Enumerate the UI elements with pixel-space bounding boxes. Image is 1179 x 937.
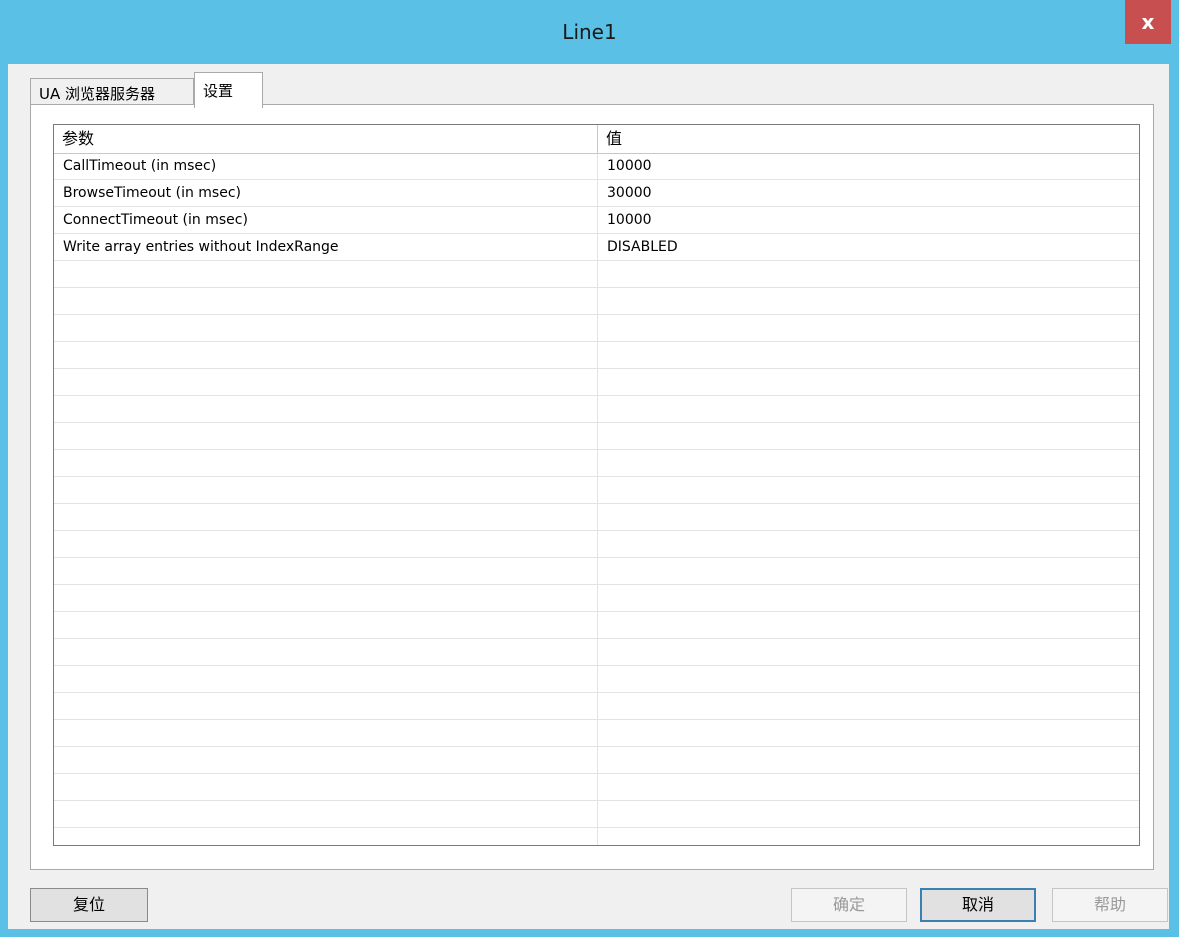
cancel-button[interactable]: 取消: [920, 888, 1036, 922]
column-header-parameter[interactable]: 参数: [54, 125, 597, 153]
empty-row: [54, 369, 1139, 396]
tab-label: UA 浏览器服务器: [39, 85, 156, 103]
param-name-cell: Write array entries without IndexRange: [63, 239, 339, 255]
tab-settings[interactable]: 设置: [194, 72, 263, 108]
empty-row: [54, 477, 1139, 504]
ok-button[interactable]: 确定: [791, 888, 907, 922]
table-row[interactable]: Write array entries without IndexRange D…: [54, 234, 1139, 261]
column-header-value[interactable]: 值: [598, 125, 1139, 153]
empty-row: [54, 747, 1139, 774]
window-title: Line1: [562, 20, 617, 44]
table-row[interactable]: BrowseTimeout (in msec) 30000: [54, 180, 1139, 207]
table-row[interactable]: ConnectTimeout (in msec) 10000: [54, 207, 1139, 234]
help-button[interactable]: 帮助: [1052, 888, 1168, 922]
settings-tab-page: 参数 值 CallTimeout (in msec) 10000 BrowseT…: [30, 104, 1154, 870]
empty-row: [54, 585, 1139, 612]
title-bar[interactable]: Line1 x: [0, 0, 1179, 64]
close-button[interactable]: x: [1125, 0, 1171, 44]
dialog-window: Line1 x UA 浏览器服务器 设置 参数 值 CallTimeout (i…: [0, 0, 1179, 937]
param-value-cell[interactable]: 30000: [598, 180, 1139, 206]
empty-row: [54, 288, 1139, 315]
empty-row: [54, 423, 1139, 450]
param-value-cell[interactable]: 10000: [598, 153, 1139, 179]
empty-row: [54, 666, 1139, 693]
empty-row: [54, 450, 1139, 477]
empty-row: [54, 396, 1139, 423]
param-name-cell: BrowseTimeout (in msec): [63, 185, 241, 201]
empty-row: [54, 342, 1139, 369]
reset-button[interactable]: 复位: [30, 888, 148, 922]
tab-label: 设置: [203, 82, 234, 100]
empty-row: [54, 504, 1139, 531]
empty-row: [54, 801, 1139, 828]
empty-row: [54, 612, 1139, 639]
tab-ua-browser-server[interactable]: UA 浏览器服务器: [30, 78, 194, 106]
grid-header: 参数 值: [54, 125, 1139, 154]
parameter-grid[interactable]: 参数 值 CallTimeout (in msec) 10000 BrowseT…: [53, 124, 1140, 846]
empty-row: [54, 261, 1139, 288]
empty-row: [54, 720, 1139, 747]
empty-row: [54, 558, 1139, 585]
param-name-cell: ConnectTimeout (in msec): [63, 212, 248, 228]
empty-row: [54, 774, 1139, 801]
empty-row: [54, 531, 1139, 558]
empty-row: [54, 315, 1139, 342]
dialog-client-area: UA 浏览器服务器 设置 参数 值 CallTimeout (in msec) …: [8, 64, 1169, 929]
close-icon: x: [1141, 10, 1155, 34]
table-row[interactable]: CallTimeout (in msec) 10000: [54, 153, 1139, 180]
param-value-cell[interactable]: 10000: [598, 207, 1139, 233]
empty-row: [54, 639, 1139, 666]
param-value-cell[interactable]: DISABLED: [598, 234, 1139, 260]
empty-row: [54, 693, 1139, 720]
param-name-cell: CallTimeout (in msec): [63, 158, 217, 174]
